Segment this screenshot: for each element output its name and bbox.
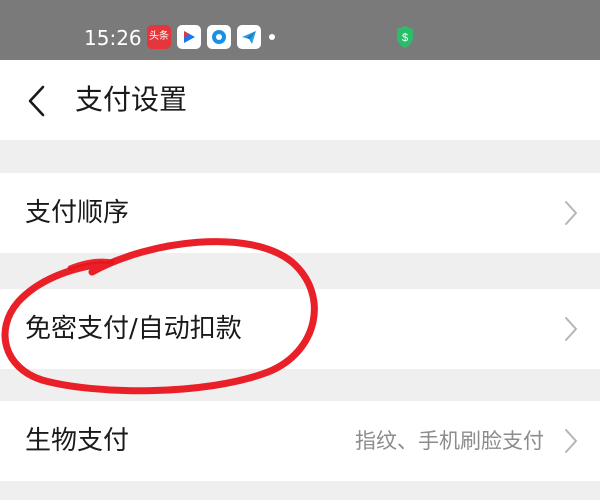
toutiao-app-icon: 头条: [147, 25, 171, 49]
circle-app-icon: [207, 25, 231, 49]
settings-item-biometric-payment[interactable]: 生物支付 指纹、手机刷脸支付: [0, 401, 600, 481]
page-header: 支付设置: [0, 60, 600, 140]
page-title: 支付设置: [75, 83, 188, 116]
status-time: 15:26: [84, 26, 142, 50]
settings-item-label: 免密支付/自动扣款: [25, 314, 242, 344]
settings-item-password-free-payment[interactable]: 免密支付/自动扣款: [0, 289, 600, 369]
chevron-right-icon: [565, 429, 577, 453]
chevron-right-icon: [565, 201, 577, 225]
svg-text:$: $: [402, 32, 408, 44]
status-bar: 15:26 头条 $: [0, 0, 600, 60]
toutiao-label: 头条: [149, 31, 169, 42]
video-app-icon: [177, 25, 201, 49]
settings-item-label: 生物支付: [25, 426, 130, 456]
shield-icon: $: [397, 26, 413, 48]
send-app-icon: [237, 25, 261, 49]
settings-item-label: 支付顺序: [25, 198, 130, 228]
settings-item-payment-order[interactable]: 支付顺序: [0, 173, 600, 253]
notification-dot: [269, 34, 275, 40]
settings-item-value: 指纹、手机刷脸支付: [355, 429, 544, 453]
chevron-left-icon[interactable]: [26, 84, 48, 118]
chevron-right-icon: [565, 317, 577, 341]
